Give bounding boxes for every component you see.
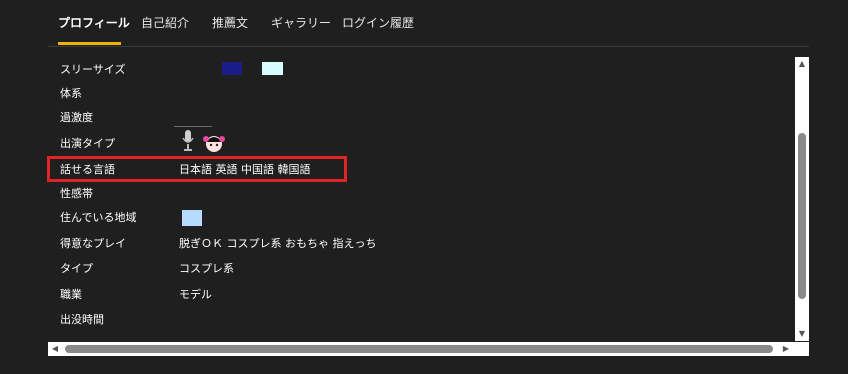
color-swatch-light-cyan	[262, 62, 283, 75]
scroll-up-arrow-icon[interactable]: ▲	[795, 57, 809, 71]
tab-gallery[interactable]: ギャラリー	[271, 14, 331, 31]
row-label: 性感帯	[60, 187, 93, 200]
row-label: 出演タイプ	[60, 137, 115, 150]
row-label: 出没時間	[60, 313, 104, 326]
tab-profile[interactable]: プロフィール	[58, 14, 130, 31]
row-label: 職業	[60, 288, 82, 301]
tab-login-history[interactable]: ログイン履歴	[342, 14, 414, 31]
row-label: 体系	[60, 87, 82, 100]
row-label: 過激度	[60, 111, 93, 124]
color-swatch-navy	[222, 62, 242, 75]
row-label: 住んでいる地域	[60, 211, 137, 224]
favorite-play-value: 脱ぎＯＫ コスプレ系 おもちゃ 指えっち	[179, 237, 377, 250]
cosplay-character-icon	[203, 136, 225, 152]
highlight-box	[47, 156, 347, 182]
vertical-scroll-thumb[interactable]	[798, 133, 806, 299]
row-label: タイプ	[60, 262, 93, 275]
horizontal-scroll-thumb[interactable]	[65, 345, 773, 353]
profile-tab-bar: プロフィール 自己紹介 推薦文 ギャラリー ログイン履歴	[48, 0, 809, 47]
microphone-icon	[182, 130, 194, 151]
row-label: スリーサイズ	[60, 63, 126, 76]
tab-recommendation[interactable]: 推薦文	[212, 14, 248, 31]
vertical-scrollbar[interactable]: ▲ ▼	[795, 57, 809, 341]
horizontal-scrollbar[interactable]: ◀ ▶	[48, 342, 809, 356]
occupation-value: モデル	[179, 288, 212, 301]
tab-self-introduction[interactable]: 自己紹介	[141, 14, 189, 31]
active-tab-indicator	[58, 42, 121, 45]
row-label: 得意なプレイ	[60, 237, 126, 250]
scroll-left-arrow-icon[interactable]: ◀	[48, 342, 62, 356]
divider	[174, 126, 212, 127]
scroll-right-arrow-icon[interactable]: ▶	[779, 342, 793, 356]
type-value: コスプレ系	[179, 262, 234, 275]
profile-details-panel: スリーサイズ 体系 過激度 出演タイプ 話せる言語 日本語 英語 中国語 韓国語…	[48, 56, 809, 358]
scroll-down-arrow-icon[interactable]: ▼	[795, 327, 809, 341]
color-swatch-light-blue	[182, 210, 202, 226]
